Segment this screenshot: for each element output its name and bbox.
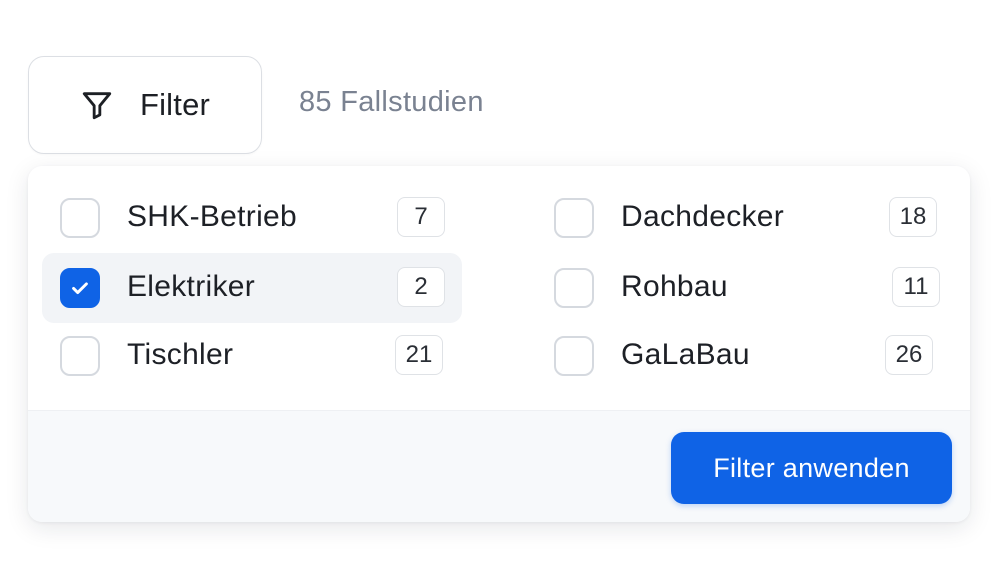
- filter-option-galabau[interactable]: GaLaBau 26: [536, 321, 956, 391]
- count-badge: 7: [397, 197, 445, 237]
- count-badge: 21: [395, 335, 443, 375]
- funnel-icon: [80, 88, 114, 122]
- checkbox[interactable]: [554, 336, 594, 376]
- count-badge: 18: [889, 197, 937, 237]
- option-label: Elektriker: [127, 270, 256, 303]
- option-label: Dachdecker: [621, 200, 785, 233]
- option-label: GaLaBau: [621, 338, 750, 371]
- filter-option-tischler[interactable]: Tischler 21: [42, 321, 462, 391]
- option-label: Tischler: [127, 338, 234, 371]
- filter-dropdown-panel: SHK-Betrieb 7 Dachdecker 18 Elektriker 2: [28, 166, 970, 522]
- filter-button-label: Filter: [139, 87, 211, 122]
- filter-option-rohbau[interactable]: Rohbau 11: [536, 253, 956, 323]
- filter-panel-footer: Filter anwenden: [28, 410, 970, 522]
- apply-filter-button[interactable]: Filter anwenden: [671, 432, 952, 504]
- option-label: Rohbau: [621, 270, 728, 303]
- option-label: SHK-Betrieb: [127, 200, 298, 233]
- checkbox[interactable]: [60, 198, 100, 238]
- count-badge: 2: [397, 267, 445, 307]
- result-count: 85 Fallstudien: [299, 86, 484, 118]
- filter-options-grid: SHK-Betrieb 7 Dachdecker 18 Elektriker 2: [28, 166, 970, 410]
- filter-option-dachdecker[interactable]: Dachdecker 18: [536, 183, 956, 253]
- checkbox-checked[interactable]: [60, 268, 100, 308]
- count-badge: 26: [885, 335, 933, 375]
- filter-option-elektriker[interactable]: Elektriker 2: [42, 253, 462, 323]
- filter-option-shk-betrieb[interactable]: SHK-Betrieb 7: [42, 183, 462, 253]
- checkbox[interactable]: [554, 268, 594, 308]
- filter-widget: Filter 85 Fallstudien SHK-Betrieb 7 Dach…: [0, 0, 1000, 584]
- checkbox[interactable]: [554, 198, 594, 238]
- count-badge: 11: [892, 267, 940, 307]
- checkmark-icon: [72, 282, 88, 295]
- checkbox[interactable]: [60, 336, 100, 376]
- filter-toggle-button[interactable]: Filter: [28, 56, 262, 154]
